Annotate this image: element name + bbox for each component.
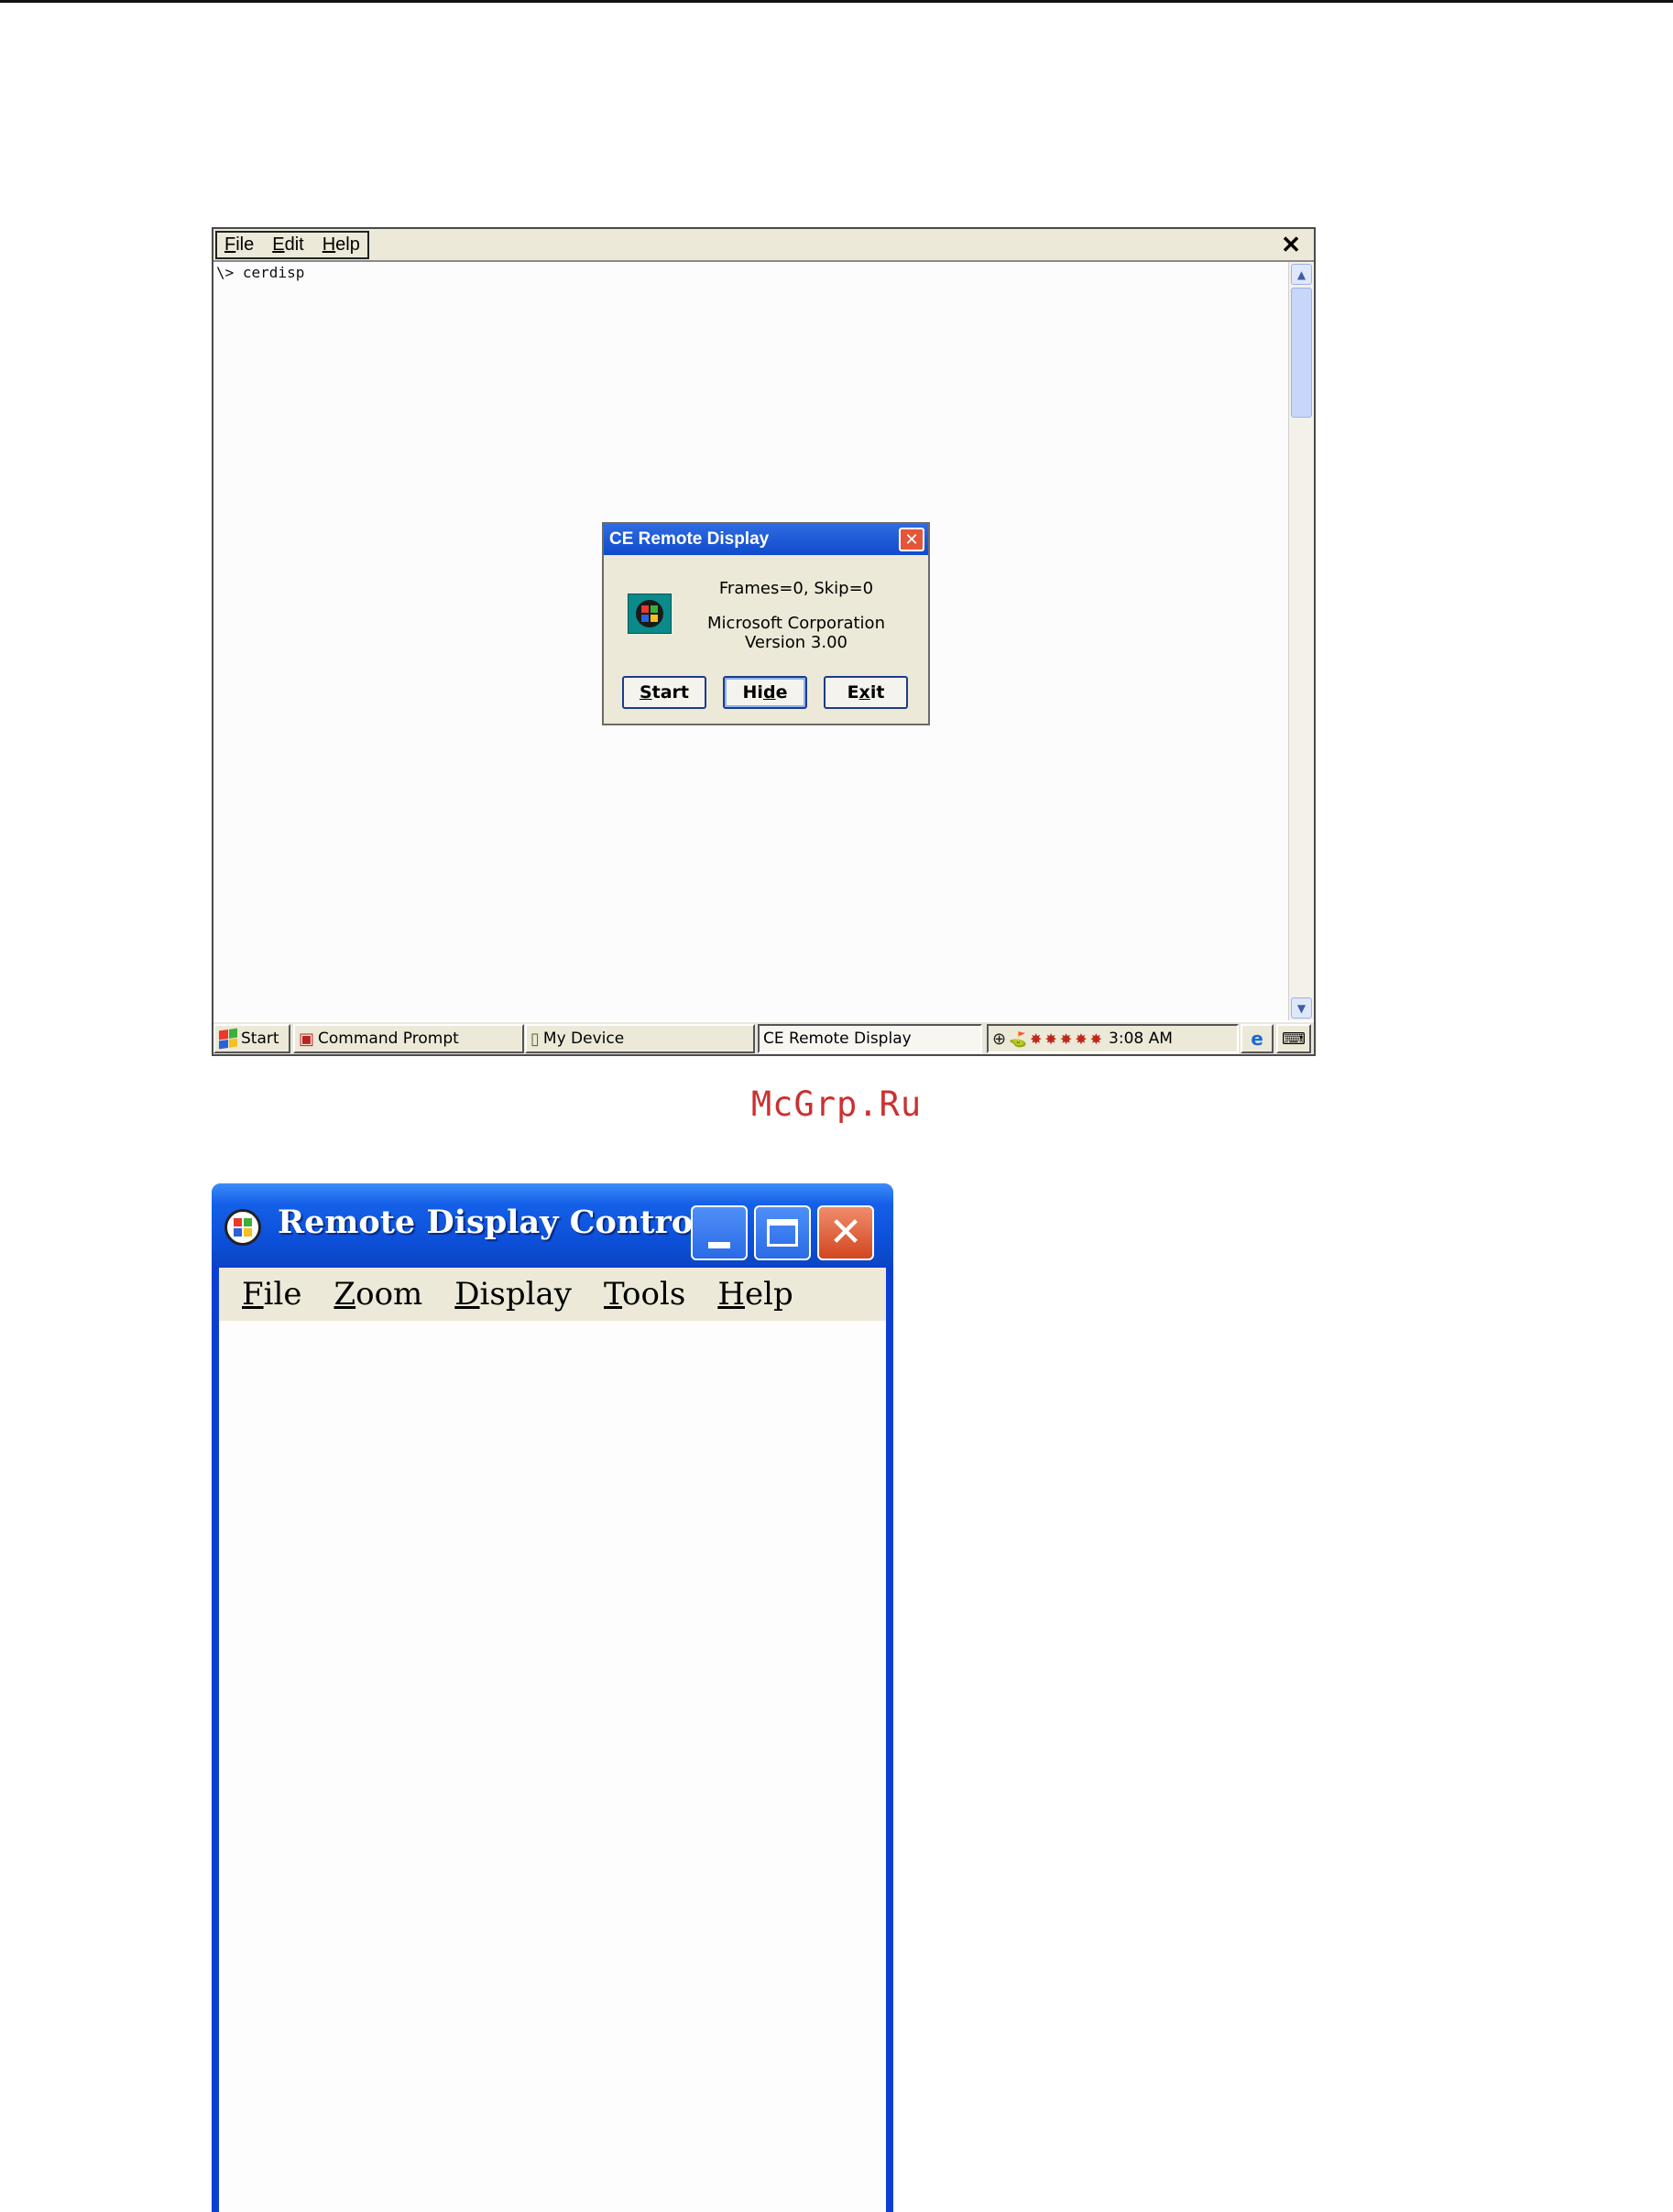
hide-button[interactable]: Hi d e: [723, 676, 807, 709]
ce-menu-group: File Edit Help: [215, 231, 369, 259]
menu-help[interactable]: Help: [717, 1276, 793, 1313]
device-icon: ▯: [530, 1029, 540, 1049]
window-titlebar[interactable]: Remote Display Contro... ✕: [212, 1183, 893, 1266]
close-button[interactable]: ✕: [817, 1205, 874, 1260]
windows-flag-icon: [219, 1028, 237, 1050]
start-label: Start: [241, 1030, 279, 1048]
watermark: McGrp.Ru: [750, 1084, 923, 1124]
ce-remote-display-dialog: CE Remote Display ✕ Frames=0, Skip=0 Mic…: [602, 522, 930, 725]
close-button[interactable]: ✕: [1277, 231, 1305, 258]
taskbar: Start ▣ Command Prompt ▯ My Device CE Re…: [213, 1020, 1314, 1054]
menu-display[interactable]: Display: [454, 1276, 572, 1313]
console-line: \> cerdisp: [216, 264, 305, 281]
app-icon[interactable]: ✸: [1060, 1030, 1072, 1048]
start-button[interactable]: Start: [622, 676, 706, 709]
ce-menubar: File Edit Help ✕: [213, 229, 1314, 262]
remote-display-control-window: Remote Display Contro... ✕ File Zoom Dis…: [212, 1183, 893, 2212]
command-prompt-label: Command Prompt: [318, 1030, 459, 1048]
dialog-close-button[interactable]: ✕: [899, 528, 924, 551]
system-tray: ⊕ ⛳ ✸ ✸ ✸ ✸ ✸ 3:08 AM: [987, 1024, 1239, 1053]
windows-logo-icon[interactable]: [224, 1209, 261, 1246]
maximize-icon: [767, 1219, 798, 1247]
minimize-icon: [708, 1241, 730, 1248]
vertical-scrollbar[interactable]: ▲ ▼: [1288, 262, 1314, 1020]
page-top-rule: [0, 0, 1673, 3]
maximize-button[interactable]: [754, 1205, 811, 1260]
clock[interactable]: 3:08 AM: [1109, 1030, 1173, 1048]
version-text: Version 3.00: [745, 633, 847, 652]
app-icon[interactable]: ✸: [1090, 1030, 1102, 1048]
start-button-taskbar[interactable]: Start: [213, 1024, 290, 1053]
menu-help[interactable]: Help: [323, 234, 360, 256]
company-name: Microsoft Corporation: [707, 614, 885, 633]
dialog-title: CE Remote Display: [604, 524, 928, 555]
menu-file[interactable]: File: [224, 234, 254, 256]
scroll-down-button[interactable]: ▼: [1291, 997, 1312, 1019]
remote-display-label: CE Remote Display: [763, 1030, 912, 1048]
scroll-up-button[interactable]: ▲: [1291, 264, 1312, 285]
app-icon[interactable]: ✸: [1075, 1030, 1087, 1048]
taskbar-command-prompt[interactable]: ▣ Command Prompt: [293, 1024, 524, 1053]
menu-zoom[interactable]: Zoom: [334, 1276, 422, 1313]
control-menubar: File Zoom Display Tools Help: [219, 1268, 886, 1321]
app-icon[interactable]: ✸: [1044, 1030, 1056, 1048]
menu-edit[interactable]: Edit: [272, 234, 303, 256]
minimize-button[interactable]: [691, 1205, 748, 1260]
taskbar-my-device[interactable]: ▯ My Device: [525, 1024, 755, 1053]
chevron-up-icon: ▲: [1296, 267, 1307, 281]
menu-tools[interactable]: Tools: [604, 1276, 685, 1313]
command-prompt-icon: ▣: [299, 1029, 315, 1049]
frames-status: Frames=0, Skip=0: [718, 579, 874, 598]
client-area[interactable]: [219, 1321, 886, 2212]
scroll-thumb[interactable]: [1291, 288, 1312, 418]
my-device-label: My Device: [542, 1030, 625, 1048]
window-title: Remote Display Contro...: [278, 1204, 727, 1241]
menu-file[interactable]: File: [242, 1276, 301, 1313]
windows-logo-icon: [628, 594, 672, 634]
chevron-down-icon: ▼: [1296, 1001, 1307, 1015]
exit-button[interactable]: Ex it: [824, 676, 908, 709]
close-icon: ✕: [828, 1209, 863, 1256]
network-icon[interactable]: ⊕: [992, 1030, 1006, 1049]
keyboard-icon[interactable]: ⌨: [1276, 1024, 1311, 1053]
internet-explorer-icon[interactable]: e: [1241, 1024, 1274, 1053]
app-icon[interactable]: ✸: [1030, 1030, 1042, 1048]
taskbar-ce-remote-display[interactable]: CE Remote Display: [758, 1024, 982, 1053]
ce-command-prompt-screen: File Edit Help ✕ \> cerdisp ▲ ▼ CE Remot…: [212, 227, 1316, 1056]
flag-icon[interactable]: ⛳: [1009, 1030, 1027, 1048]
